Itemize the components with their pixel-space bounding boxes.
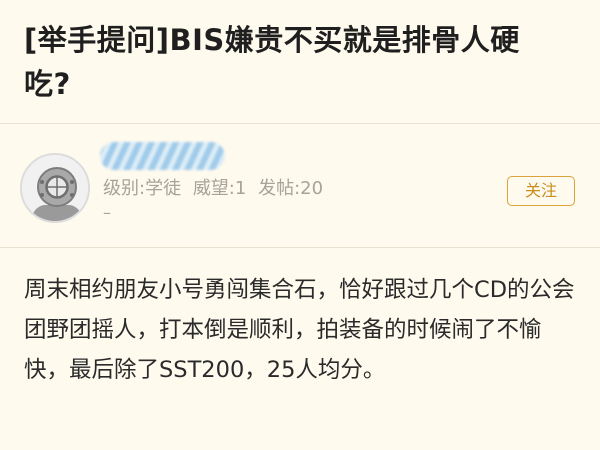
author-meta: 级别:学徒 威望:1 发帖:20 xyxy=(103,176,329,202)
author-prestige: 威望:1 xyxy=(192,178,247,199)
author-divider xyxy=(0,247,600,248)
author-post-count: 发帖:20 xyxy=(258,178,324,199)
follow-button[interactable]: 关注 xyxy=(507,176,575,206)
author-username-redacted[interactable] xyxy=(100,142,225,170)
post-content: 周末相约朋友小号勇闯集合石，恰好跟过几个CD的公会团野团摇人，打本倒是顺利，拍装… xyxy=(24,277,575,383)
author-avatar[interactable] xyxy=(20,153,90,223)
author-level: 级别:学徒 xyxy=(103,178,182,199)
diving-helmet-avatar-icon xyxy=(22,155,88,221)
post-title: [举手提问]BIS嫌贵不买就是排骨人硬吃? xyxy=(24,23,520,101)
author-extra: – xyxy=(103,203,111,222)
title-divider xyxy=(0,123,600,124)
